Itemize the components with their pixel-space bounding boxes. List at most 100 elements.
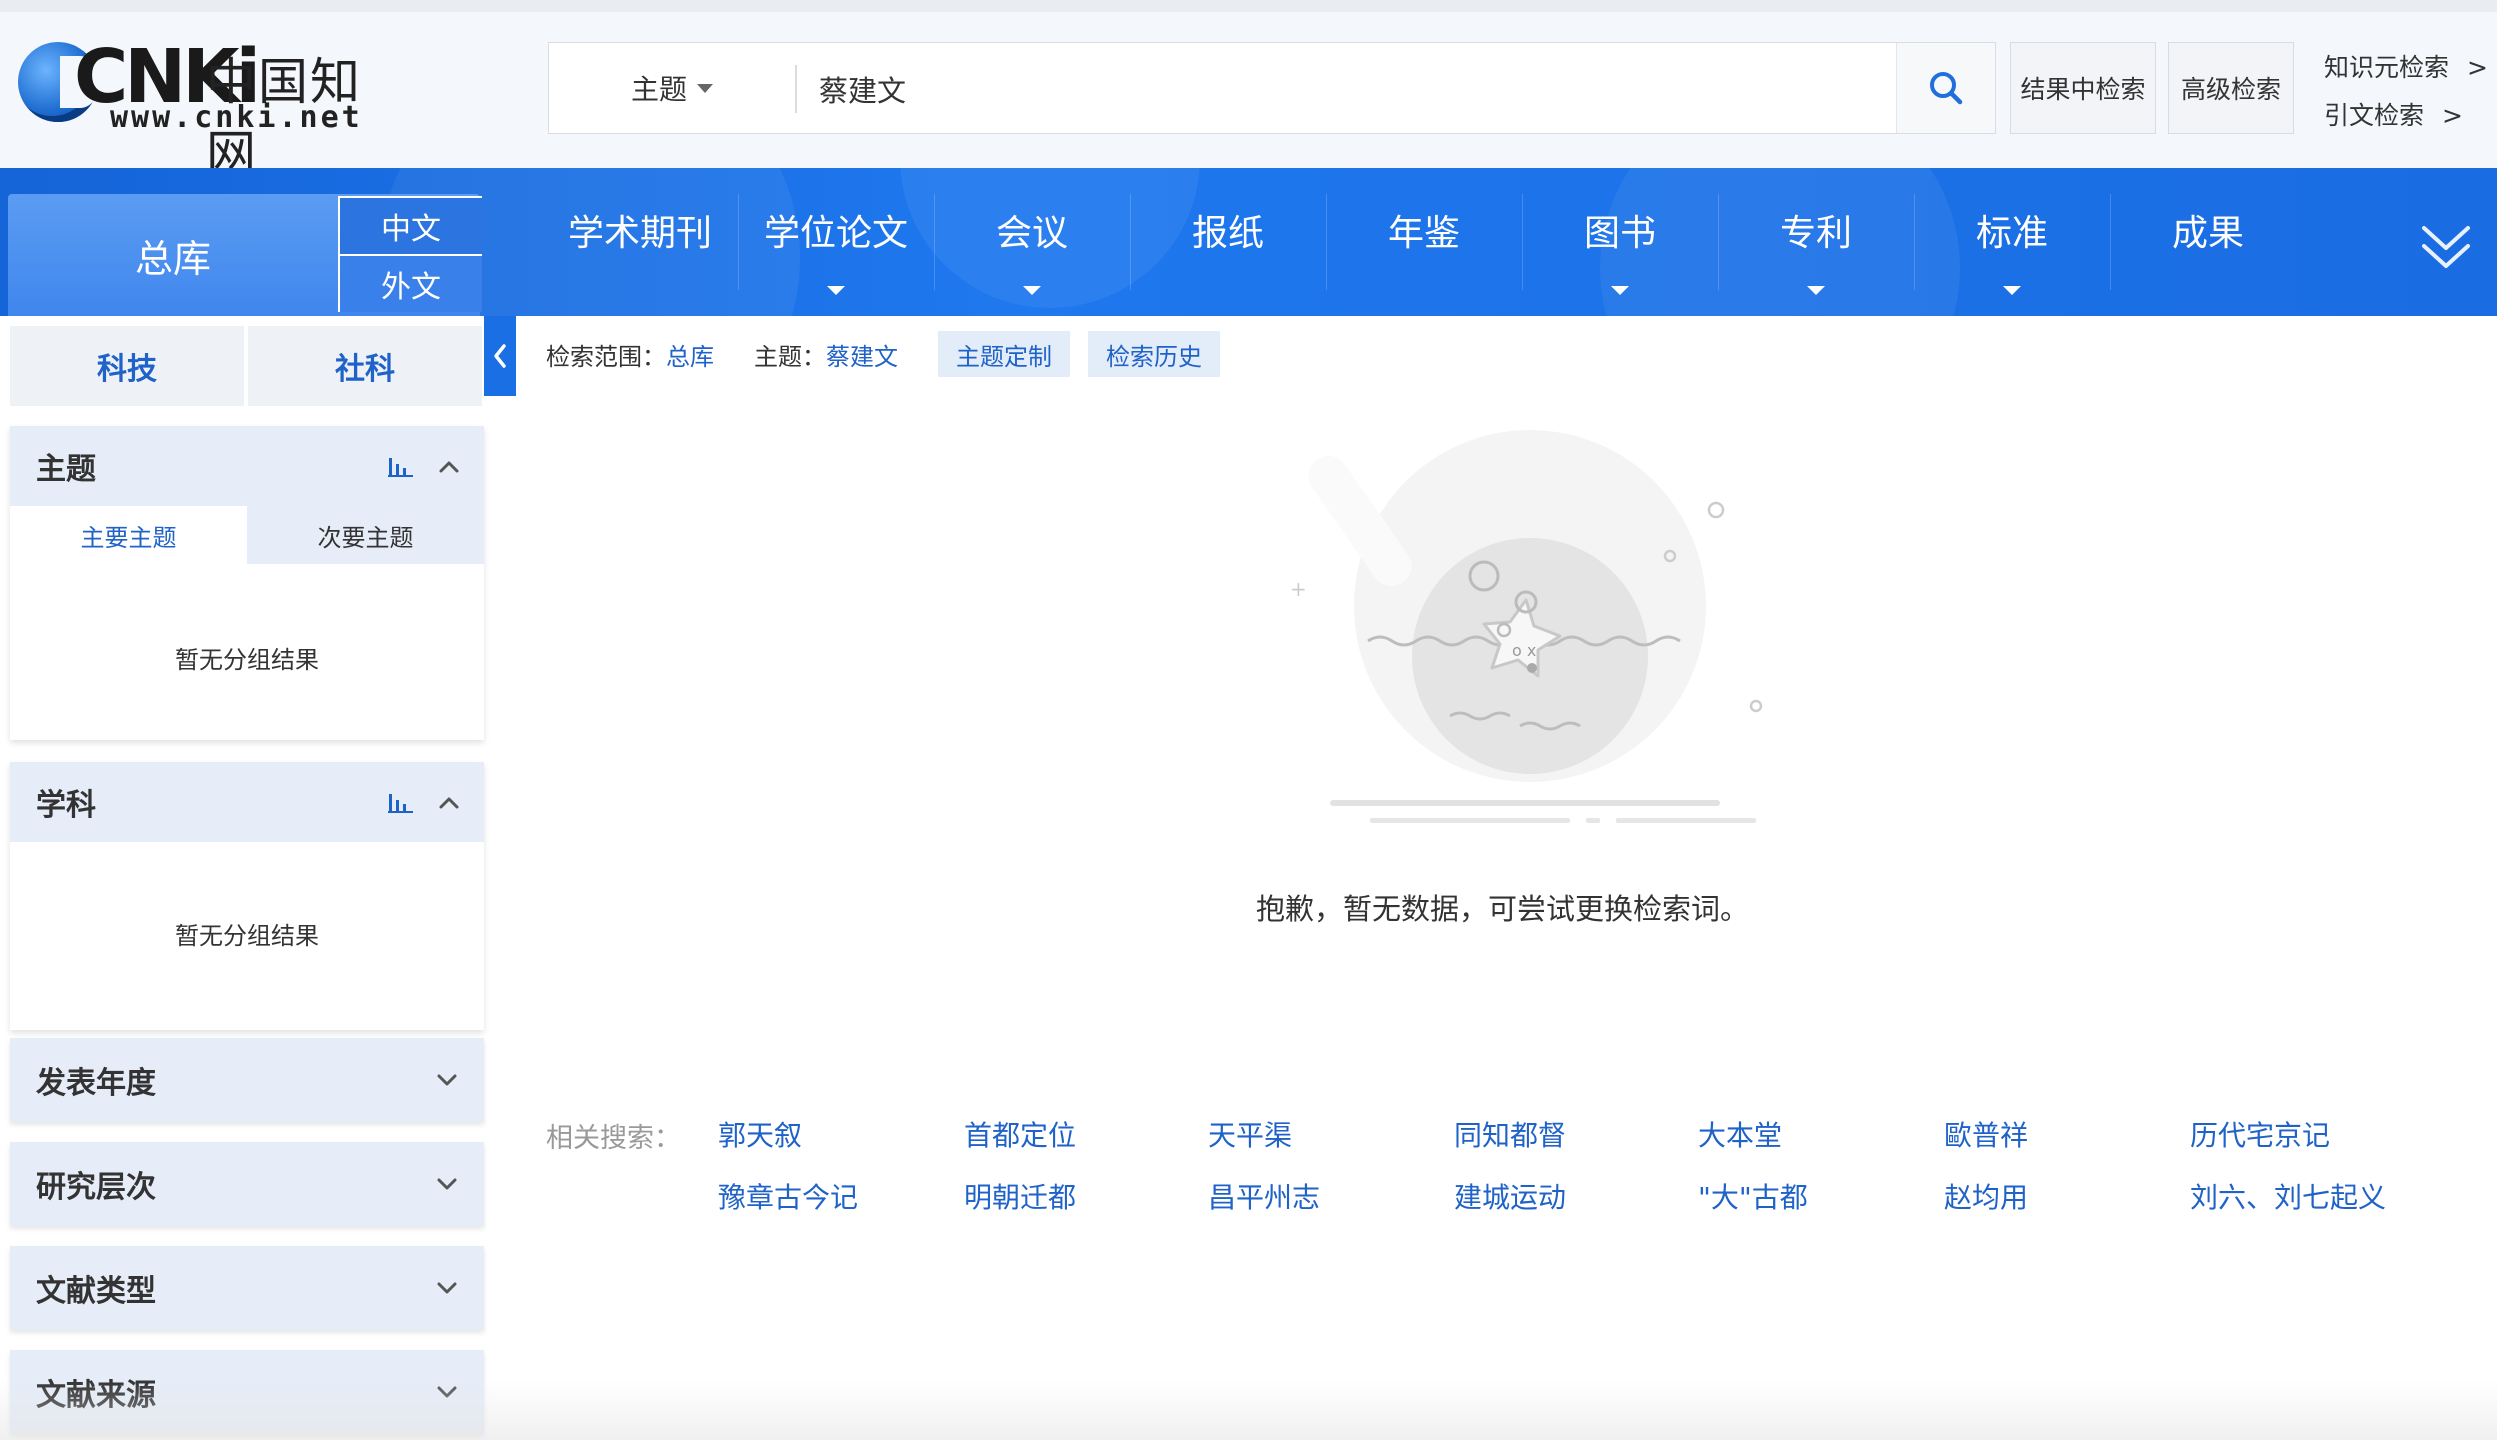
nav-item-label: 图书 — [1583, 213, 1656, 254]
related-search-link[interactable]: 建城运动 — [1454, 1176, 1566, 1216]
collapse-sidebar-button[interactable] — [484, 316, 516, 396]
subtab-main-topic[interactable]: 主要主题 — [10, 506, 247, 564]
lang-foreign-button[interactable]: 外文 — [338, 254, 482, 312]
arrow-right-icon: > — [2442, 101, 2463, 130]
arrow-right-icon: > — [2467, 53, 2488, 82]
related-search-link[interactable]: 歐普祥 — [1944, 1114, 2028, 1154]
subject-filter-panel: 学科 暂无分组结果 — [10, 762, 484, 1030]
search-icon — [1930, 72, 1963, 105]
tab-social-science[interactable]: 社科 — [248, 326, 482, 406]
filter-sidebar: 科技 社科 主题 主要主题 次要主题 暂无分组结果 学科 暂无分组结果 发表年度… — [0, 316, 516, 1440]
chevron-left-icon — [494, 344, 506, 368]
chevron-down-icon — [437, 1282, 457, 1294]
no-data-text: 抱歉，暂无数据，可尝试更换检索词。 — [1255, 892, 1749, 926]
filter-label: 发表年度 — [36, 1066, 156, 1101]
nav-total-library: 总库 中文 外文 — [8, 194, 482, 316]
related-search-link[interactable]: 豫章古今记 — [718, 1176, 858, 1216]
nav-item-label: 成果 — [2171, 213, 2244, 254]
bar-chart-icon[interactable] — [388, 792, 414, 814]
nav-item-label: 报纸 — [1191, 213, 1264, 254]
filter-label: 文献来源 — [36, 1378, 156, 1413]
starfish-eyes: o x — [1512, 641, 1536, 660]
scope-value[interactable]: 总库 — [666, 337, 714, 372]
related-search-link[interactable]: 大本堂 — [1698, 1114, 1782, 1154]
related-search-link[interactable]: "大"古都 — [1698, 1176, 1808, 1216]
citation-search-link[interactable]: 引文检索 > — [2324, 96, 2463, 132]
nav-item-label: 会议 — [995, 213, 1068, 254]
scope-label: 检索范围： — [546, 342, 666, 371]
no-data-message: 抱歉，暂无数据，可尝试更换检索词。 — [520, 886, 2497, 928]
filter-publish-year[interactable]: 发表年度 — [10, 1038, 484, 1122]
top-strip — [0, 0, 2497, 12]
search-box: 主题 — [548, 42, 1996, 135]
chevron-up-icon[interactable] — [438, 458, 460, 474]
search-history-button[interactable]: 检索历史 — [1088, 331, 1220, 377]
topic-empty-text: 暂无分组结果 — [175, 646, 319, 674]
related-search-link[interactable]: 历代宅京记 — [2190, 1114, 2330, 1154]
bar-chart-icon[interactable] — [388, 456, 414, 478]
search-button[interactable] — [1896, 43, 1995, 133]
topic-filter-panel: 主题 主要主题 次要主题 暂无分组结果 — [10, 426, 484, 740]
related-search-link[interactable]: 刘六、刘七起义 — [2190, 1176, 2386, 1216]
related-searches-label: 相关搜索： — [546, 1123, 681, 1154]
caret-down-icon — [697, 83, 713, 93]
header: CNKi 中国知网 www.cnki.net 主题 结果中检索 高级检索 知识元… — [0, 0, 2497, 183]
results-area: 检索范围： 总库 主题： 蔡建文 主题定制 检索历史 o x + 抱歉，暂无数据… — [520, 316, 2497, 1440]
knowledge-search-link[interactable]: 知识元检索 > — [2324, 48, 2488, 84]
related-search-link[interactable]: 明朝迁都 — [964, 1176, 1076, 1216]
nav-item-conference[interactable]: 会议 — [934, 168, 1130, 316]
related-search-link[interactable]: 天平渠 — [1208, 1114, 1292, 1154]
search-input[interactable] — [817, 43, 1821, 135]
related-search-link[interactable]: 赵均用 — [1944, 1176, 2028, 1216]
chevron-up-icon[interactable] — [438, 794, 460, 810]
logo-site: www.cnki.net — [110, 100, 363, 135]
nav-item-label: 学术期刊 — [567, 213, 712, 254]
nav-expand-button[interactable] — [2418, 218, 2474, 278]
chevron-down-icon — [437, 1074, 457, 1086]
lang-chinese-button[interactable]: 中文 — [338, 196, 482, 254]
caret-down-icon — [1611, 286, 1629, 295]
topic-custom-button[interactable]: 主题定制 — [938, 331, 1070, 377]
nav-item-yearbook[interactable]: 年鉴 — [1326, 168, 1522, 316]
related-search-link[interactable]: 首都定位 — [964, 1114, 1076, 1154]
topic-label: 主题： — [754, 342, 826, 371]
divider — [795, 65, 797, 113]
subject-panel-header[interactable]: 学科 — [10, 762, 484, 842]
search-type-label: 主题 — [630, 73, 687, 106]
subject-panel-title: 学科 — [36, 788, 96, 823]
caret-down-icon — [1807, 286, 1825, 295]
advanced-search-button[interactable]: 高级检索 — [2168, 42, 2294, 134]
search-type-select[interactable]: 主题 — [549, 43, 795, 133]
search-in-results-button[interactable]: 结果中检索 — [2010, 42, 2156, 134]
nav-item-standards[interactable]: 标准 — [1914, 168, 2110, 316]
nav-total-button[interactable]: 总库 — [8, 194, 338, 316]
filter-document-source[interactable]: 文献来源 — [10, 1350, 484, 1434]
database-nav: 总库 中文 外文 学术期刊 学位论文 会议 报纸 年鉴 图书 专利 标准 成果 — [0, 168, 2497, 316]
nav-item-patents[interactable]: 专利 — [1718, 168, 1914, 316]
nav-item-label: 专利 — [1779, 213, 1852, 254]
search-scope-bar: 检索范围： 总库 主题： 蔡建文 主题定制 检索历史 — [546, 330, 1238, 378]
cnki-logo[interactable]: CNKi 中国知网 www.cnki.net — [14, 34, 394, 183]
tab-science-tech[interactable]: 科技 — [10, 326, 244, 406]
nav-item-newspaper[interactable]: 报纸 — [1130, 168, 1326, 316]
nav-item-journals[interactable]: 学术期刊 — [542, 168, 738, 316]
double-chevron-down-icon — [2422, 226, 2470, 268]
chevron-down-icon — [437, 1178, 457, 1190]
filter-document-type[interactable]: 文献类型 — [10, 1246, 484, 1330]
nav-item-label: 学位论文 — [763, 213, 908, 254]
nav-item-theses[interactable]: 学位论文 — [738, 168, 934, 316]
empty-starfish-illustration: o x + — [1290, 430, 1763, 823]
filter-label: 文献类型 — [36, 1274, 156, 1309]
subject-empty-text: 暂无分组结果 — [175, 922, 319, 950]
caret-down-icon — [1023, 286, 1041, 295]
filter-label: 研究层次 — [36, 1170, 156, 1205]
subtab-secondary-topic[interactable]: 次要主题 — [247, 506, 484, 564]
nav-item-books[interactable]: 图书 — [1522, 168, 1718, 316]
filter-research-level[interactable]: 研究层次 — [10, 1142, 484, 1226]
topic-panel-header[interactable]: 主题 — [10, 426, 484, 506]
nav-item-achievements[interactable]: 成果 — [2110, 168, 2306, 316]
nav-item-label: 标准 — [1975, 213, 2048, 254]
related-search-link[interactable]: 同知都督 — [1454, 1114, 1566, 1154]
related-search-link[interactable]: 昌平州志 — [1208, 1176, 1320, 1216]
related-search-link[interactable]: 郭天叙 — [718, 1114, 802, 1154]
